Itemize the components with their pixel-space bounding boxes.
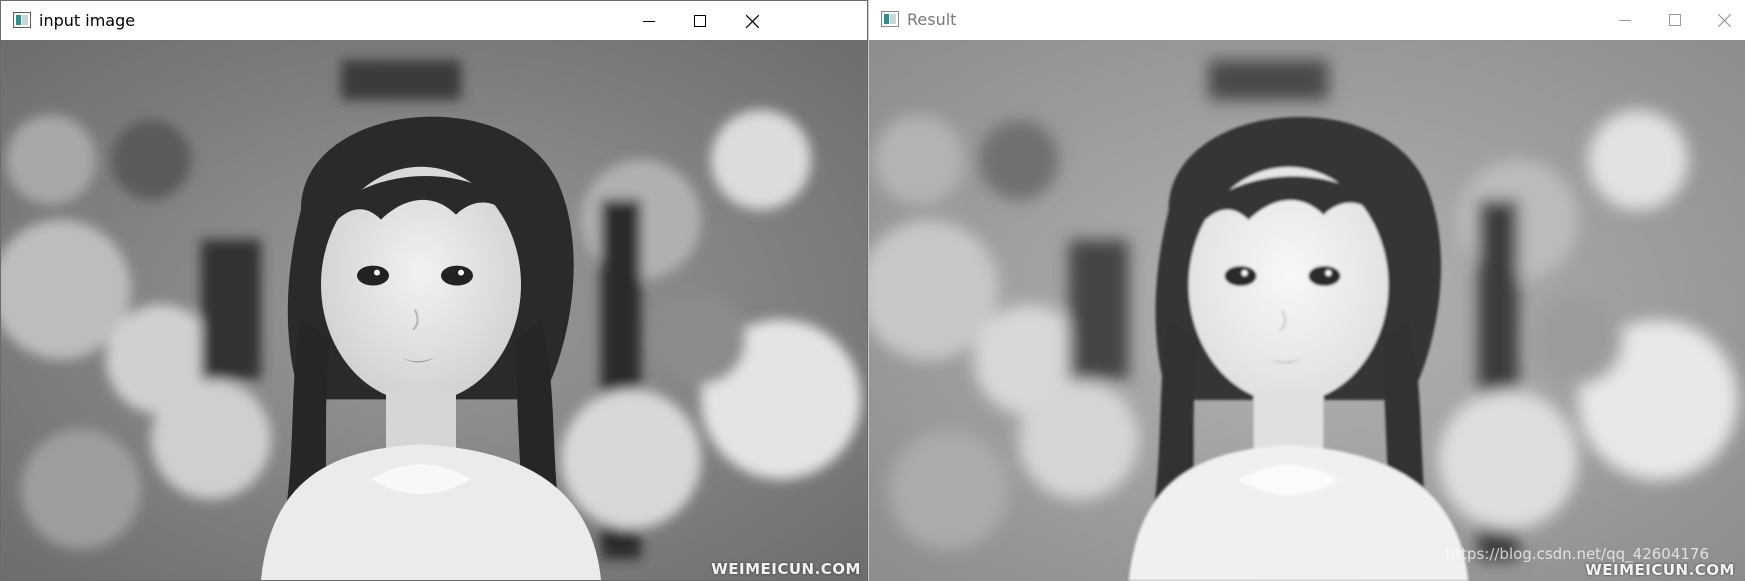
window-title: input image (39, 11, 136, 30)
watermark: WEIMEICUN.COM (1585, 561, 1735, 579)
maximize-icon (1669, 14, 1681, 26)
input-image-window[interactable]: input image WEIMEICUN.COM (0, 0, 868, 581)
maximize-button[interactable] (671, 1, 729, 41)
titlebar[interactable]: Result (869, 0, 1745, 40)
watermark: WEIMEICUN.COM (711, 560, 861, 578)
maximize-icon (694, 15, 706, 27)
result-window[interactable]: Result https://blog.csdn.net/qq_42604176… (868, 0, 1745, 581)
app-icon (13, 12, 31, 28)
close-button[interactable] (723, 1, 781, 41)
image-canvas: https://blog.csdn.net/qq_42604176 WEIMEI… (869, 40, 1745, 581)
window-title: Result (907, 10, 957, 29)
close-icon (1717, 13, 1731, 27)
portrait-photo-result (869, 40, 1745, 581)
minimize-icon (643, 21, 655, 22)
portrait-photo (1, 40, 867, 580)
image-canvas: WEIMEICUN.COM (1, 40, 867, 580)
titlebar[interactable]: input image (1, 0, 867, 41)
app-icon (881, 11, 899, 27)
minimize-icon (1619, 20, 1631, 21)
minimize-button[interactable] (620, 1, 678, 41)
close-icon (745, 14, 759, 28)
close-button[interactable] (1695, 0, 1745, 40)
